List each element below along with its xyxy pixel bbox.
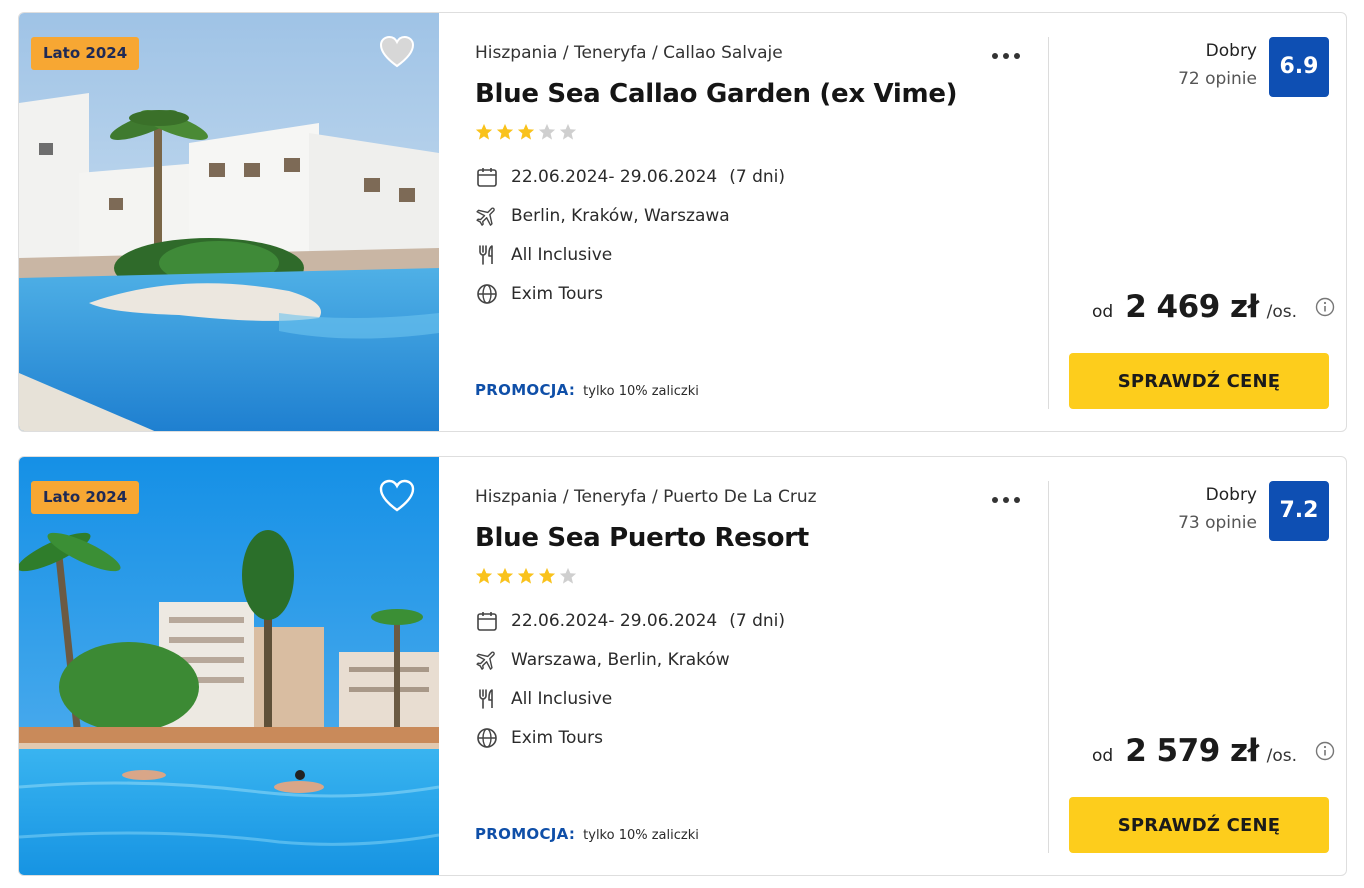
- offer-info: Hiszpania / Teneryfa / Puerto De La Cruz…: [475, 457, 1049, 875]
- promo-label: PROMOCJA:: [475, 825, 576, 843]
- departures-row: Warszawa, Berlin, Kraków: [475, 648, 730, 672]
- score-badge: 7.2: [1269, 481, 1329, 541]
- operator-row: Exim Tours: [475, 726, 603, 750]
- hotel-photo-image: [19, 13, 439, 431]
- heart-icon[interactable]: [379, 479, 415, 513]
- price-value: 2 469 zł: [1125, 289, 1259, 325]
- cutlery-icon: [479, 245, 493, 265]
- globe-icon: [477, 284, 497, 304]
- star-icon: [517, 567, 535, 584]
- trip-duration: (7 dni): [729, 167, 785, 187]
- operator-row: Exim Tours: [475, 282, 603, 306]
- hotel-offer-card[interactable]: Lato 2024 Hiszpania / Teneryfa / Puerto …: [18, 456, 1347, 876]
- star-icon: [496, 123, 514, 140]
- info-icon[interactable]: [1315, 297, 1335, 317]
- score-badge: 6.9: [1269, 37, 1329, 97]
- info-icon[interactable]: [1315, 741, 1335, 761]
- price-row: od 2 579 zł /os.: [1092, 733, 1335, 769]
- travel-dates: 22.06.2024- 29.06.2024: [511, 167, 718, 187]
- calendar-icon: [477, 168, 497, 187]
- review-count[interactable]: 73 opinie: [1178, 513, 1257, 533]
- promo-text: tylko 10% zaliczki: [583, 384, 699, 399]
- star-icon: [475, 123, 493, 140]
- hotel-name[interactable]: Blue Sea Puerto Resort: [475, 523, 809, 553]
- board-row: All Inclusive: [475, 687, 612, 711]
- tour-operator: Exim Tours: [511, 728, 604, 748]
- season-badge: Lato 2024: [31, 481, 140, 514]
- promo-line: PROMOCJA: tylko 10% zaliczki: [475, 825, 699, 843]
- board-type: All Inclusive: [511, 689, 613, 709]
- departures-row: Berlin, Kraków, Warszawa: [475, 204, 730, 228]
- promo-text: tylko 10% zaliczki: [583, 828, 699, 843]
- price-from-label: od: [1091, 746, 1114, 766]
- promo-label: PROMOCJA:: [475, 381, 576, 399]
- price-from-label: od: [1091, 302, 1114, 322]
- offer-info: Hiszpania / Teneryfa / Callao Salvaje Bl…: [475, 13, 1049, 431]
- star-icon: [517, 123, 535, 140]
- breadcrumb[interactable]: Hiszpania / Teneryfa / Puerto De La Cruz: [475, 487, 817, 507]
- review-count[interactable]: 72 opinie: [1178, 69, 1257, 89]
- season-badge: Lato 2024: [31, 37, 140, 70]
- hotel-offer-card[interactable]: Lato 2024 Hiszpania / Teneryfa / Callao …: [18, 12, 1347, 432]
- star-icon: [496, 567, 514, 584]
- rating-label: Dobry: [1205, 485, 1257, 505]
- star-icon: [475, 567, 493, 584]
- travel-dates: 22.06.2024- 29.06.2024: [511, 611, 718, 631]
- star-icon: [559, 567, 577, 584]
- breadcrumb[interactable]: Hiszpania / Teneryfa / Callao Salvaje: [475, 43, 783, 63]
- departure-airports: Berlin, Kraków, Warszawa: [511, 206, 730, 226]
- hotel-name[interactable]: Blue Sea Callao Garden (ex Vime): [475, 79, 958, 109]
- price-per-person: /os.: [1266, 746, 1297, 766]
- rating-label: Dobry: [1205, 41, 1257, 61]
- star-icon: [559, 123, 577, 140]
- plane-icon: [476, 207, 495, 226]
- price-value: 2 579 zł: [1125, 733, 1259, 769]
- star-icon: [538, 123, 556, 140]
- price-panel: Dobry 73 opinie 7.2 od 2 579 zł /os. SPR…: [1049, 457, 1346, 875]
- check-price-button[interactable]: SPRAWDŹ CENĘ: [1069, 353, 1329, 409]
- plane-icon: [476, 651, 495, 670]
- departure-airports: Warszawa, Berlin, Kraków: [511, 650, 730, 670]
- dates-row: 22.06.2024- 29.06.2024 (7 dni): [475, 609, 785, 633]
- more-dots-icon[interactable]: [991, 51, 1021, 61]
- tour-operator: Exim Tours: [511, 284, 604, 304]
- cutlery-icon: [479, 689, 493, 709]
- price-panel: Dobry 72 opinie 6.9 od 2 469 zł /os. SPR…: [1049, 13, 1346, 431]
- check-price-button[interactable]: SPRAWDŹ CENĘ: [1069, 797, 1329, 853]
- calendar-icon: [477, 612, 497, 631]
- more-dots-icon[interactable]: [991, 495, 1021, 505]
- heart-icon[interactable]: [379, 35, 415, 69]
- star-rating: [475, 567, 577, 585]
- price-per-person: /os.: [1266, 302, 1297, 322]
- hotel-photo[interactable]: Lato 2024: [19, 13, 439, 431]
- globe-icon: [477, 728, 497, 748]
- board-type: All Inclusive: [511, 245, 613, 265]
- dates-row: 22.06.2024- 29.06.2024 (7 dni): [475, 165, 785, 189]
- promo-line: PROMOCJA: tylko 10% zaliczki: [475, 381, 699, 399]
- hotel-photo[interactable]: Lato 2024: [19, 457, 439, 875]
- trip-duration: (7 dni): [729, 611, 785, 631]
- hotel-photo-image: [19, 457, 439, 875]
- board-row: All Inclusive: [475, 243, 612, 267]
- price-row: od 2 469 zł /os.: [1092, 289, 1335, 325]
- star-rating: [475, 123, 577, 141]
- star-icon: [538, 567, 556, 584]
